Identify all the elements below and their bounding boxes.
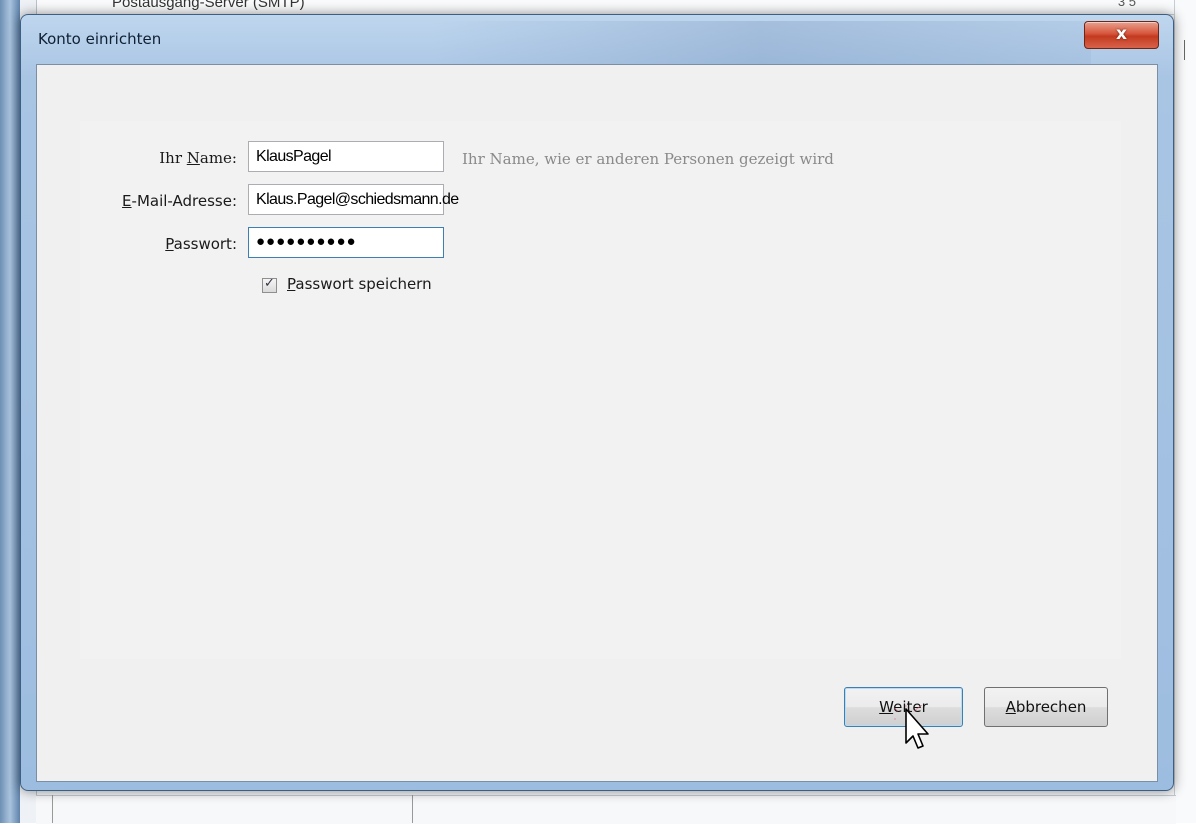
- mouse-pointer-icon: [894, 705, 929, 749]
- dialog-content: Ihr Name: KlausPagel Ihr Name, wie er an…: [36, 64, 1158, 782]
- name-hint: Ihr Name, wie er anderen Personen gezeig…: [462, 150, 834, 168]
- name-input[interactable]: KlausPagel: [248, 141, 444, 172]
- background-divider: [412, 795, 413, 823]
- email-input[interactable]: Klaus.Pagel@schiedsmann.de: [248, 184, 459, 215]
- name-value: KlausPagel: [256, 148, 332, 165]
- background-right-strip: [1174, 0, 1196, 823]
- close-icon: x: [1116, 24, 1127, 44]
- password-label: Passwort:: [165, 235, 237, 253]
- checkmark-icon: ✓: [264, 276, 275, 291]
- name-label: Ihr Name:: [159, 149, 237, 167]
- close-button[interactable]: x: [1084, 21, 1159, 49]
- background-bottom-strip: [36, 795, 1176, 824]
- background-top-strip: Postausgang-Server (SMTP) 3 5: [36, 0, 1176, 15]
- taskbar-edge: [0, 0, 20, 823]
- cancel-button-label: Abbrechen: [1005, 698, 1087, 716]
- account-setup-dialog: Konto einrichten x Ihr Name: KlausPagel …: [20, 14, 1174, 791]
- remember-password-checkbox[interactable]: ✓: [262, 276, 277, 293]
- email-value: Klaus.Pagel@schiedsmann.de: [256, 191, 459, 208]
- dialog-title: Konto einrichten: [38, 30, 162, 48]
- password-value: ●●●●●●●●●●: [256, 233, 357, 250]
- background-top-text: Postausgang-Server (SMTP): [112, 0, 305, 11]
- remember-password-label[interactable]: Passwort speichern: [287, 275, 432, 293]
- password-input[interactable]: ●●●●●●●●●●: [248, 227, 444, 258]
- background-divider: [1184, 40, 1185, 60]
- background-top-right-text: 3 5: [1117, 0, 1136, 9]
- cancel-button[interactable]: Abbrechen: [984, 687, 1108, 727]
- background-divider: [52, 795, 53, 823]
- email-label: E-Mail-Adresse:: [122, 192, 237, 210]
